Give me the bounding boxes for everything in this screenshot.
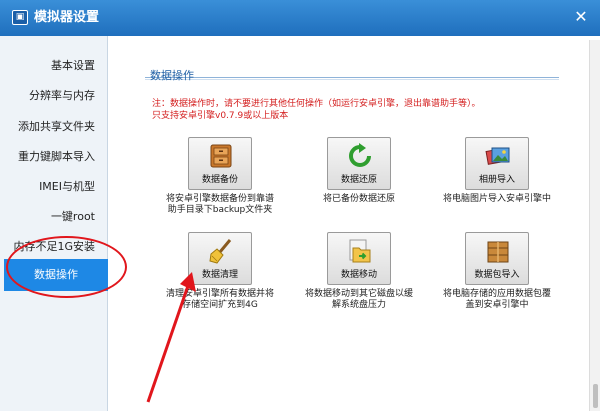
vertical-scrollbar[interactable] [589,40,600,411]
album-import-button[interactable]: 相册导入 [465,137,529,190]
sidebar-item-basic[interactable]: 基本设置 [0,51,108,81]
sidebar-item-gravity-script[interactable]: 重力键脚本导入 [0,142,108,172]
folder-move-icon [349,239,371,263]
cabinet-icon [210,144,232,168]
section-divider [145,77,559,78]
window-title: 模拟器设置 [34,10,100,25]
close-button[interactable]: ✕ [570,6,592,28]
op-description: 将电脑存储的应用数据包覆 盖到安卓引擎中 [442,289,551,310]
sidebar-item-shared-folder[interactable]: 添加共享文件夹 [0,112,108,142]
photo-album-icon [485,147,510,165]
op-label: 相册导入 [478,175,515,185]
op-restore: 数据还原 将已备份数据还原 [297,137,421,205]
op-description: 将数据移动到其它磁盘以缓 解系统盘压力 [304,289,413,310]
op-album-import: 相册导入 将电脑图片导入安卓引擎中 [435,137,559,205]
op-description: 清理安卓引擎所有数据并将 存储空间扩充到4G [165,289,274,310]
sidebar-item-data-ops[interactable]: 数据操作 [4,259,108,291]
restore-arrow-icon [349,143,371,167]
notice-line-1: 注：数据操作时，请不要进行其他任何操作（如运行安卓引擎，退出靠谱助手等）。 [152,99,481,109]
op-clean: 数据清理 清理安卓引擎所有数据并将 存储空间扩充到4G [158,232,282,311]
sidebar-item-resolution[interactable]: 分辨率与内存 [0,81,108,111]
section-title: 数据操作 [150,69,194,82]
op-label: 数据还原 [340,175,377,185]
settings-window: ▣ 模拟器设置 ✕ 基本设置 分辨率与内存 添加共享文件夹 重力键脚本导入 IM… [0,0,600,411]
op-package-import: 数据包导入 将电脑存储的应用数据包覆 盖到安卓引擎中 [435,232,559,311]
op-move: 数据移动 将数据移动到其它磁盘以缓 解系统盘压力 [297,232,421,311]
notice-line-2: 只支持安卓引擎v0.7.9或以上版本 [152,111,289,121]
op-label: 数据包导入 [474,270,520,280]
op-description: 将电脑图片导入安卓引擎中 [442,194,551,204]
op-label: 数据移动 [340,270,377,280]
sidebar: 基本设置 分辨率与内存 添加共享文件夹 重力键脚本导入 IMEI与机型 一键ro… [0,36,108,411]
package-box-icon [487,241,509,263]
op-description: 将安卓引擎数据备份到靠谱 助手目录下backup文件夹 [165,194,274,215]
op-description: 将已备份数据还原 [322,194,395,204]
op-label: 数据清理 [201,270,238,280]
scrollbar-thumb[interactable] [593,384,598,408]
data-clean-button[interactable]: 数据清理 [188,232,252,285]
section-divider-shadow [145,79,559,80]
sidebar-item-low-memory[interactable]: 内存不足1G安装 [0,232,108,262]
broom-icon [209,239,232,264]
op-backup: 数据备份 将安卓引擎数据备份到靠谱 助手目录下backup文件夹 [158,137,282,216]
main-panel: 数据操作 注：数据操作时，请不要进行其他任何操作（如运行安卓引擎，退出靠谱助手等… [109,36,600,411]
data-backup-button[interactable]: 数据备份 [188,137,252,190]
data-restore-button[interactable]: 数据还原 [327,137,391,190]
sidebar-item-imei[interactable]: IMEI与机型 [0,172,108,202]
app-logo-icon: ▣ [12,10,28,25]
package-import-button[interactable]: 数据包导入 [465,232,529,285]
op-label: 数据备份 [201,175,238,185]
title-bar: ▣ 模拟器设置 ✕ [0,0,600,36]
warning-notice: 注：数据操作时，请不要进行其他任何操作（如运行安卓引擎，退出靠谱助手等）。 只支… [152,98,572,122]
sidebar-item-root[interactable]: 一键root [0,202,108,232]
data-move-button[interactable]: 数据移动 [327,232,391,285]
